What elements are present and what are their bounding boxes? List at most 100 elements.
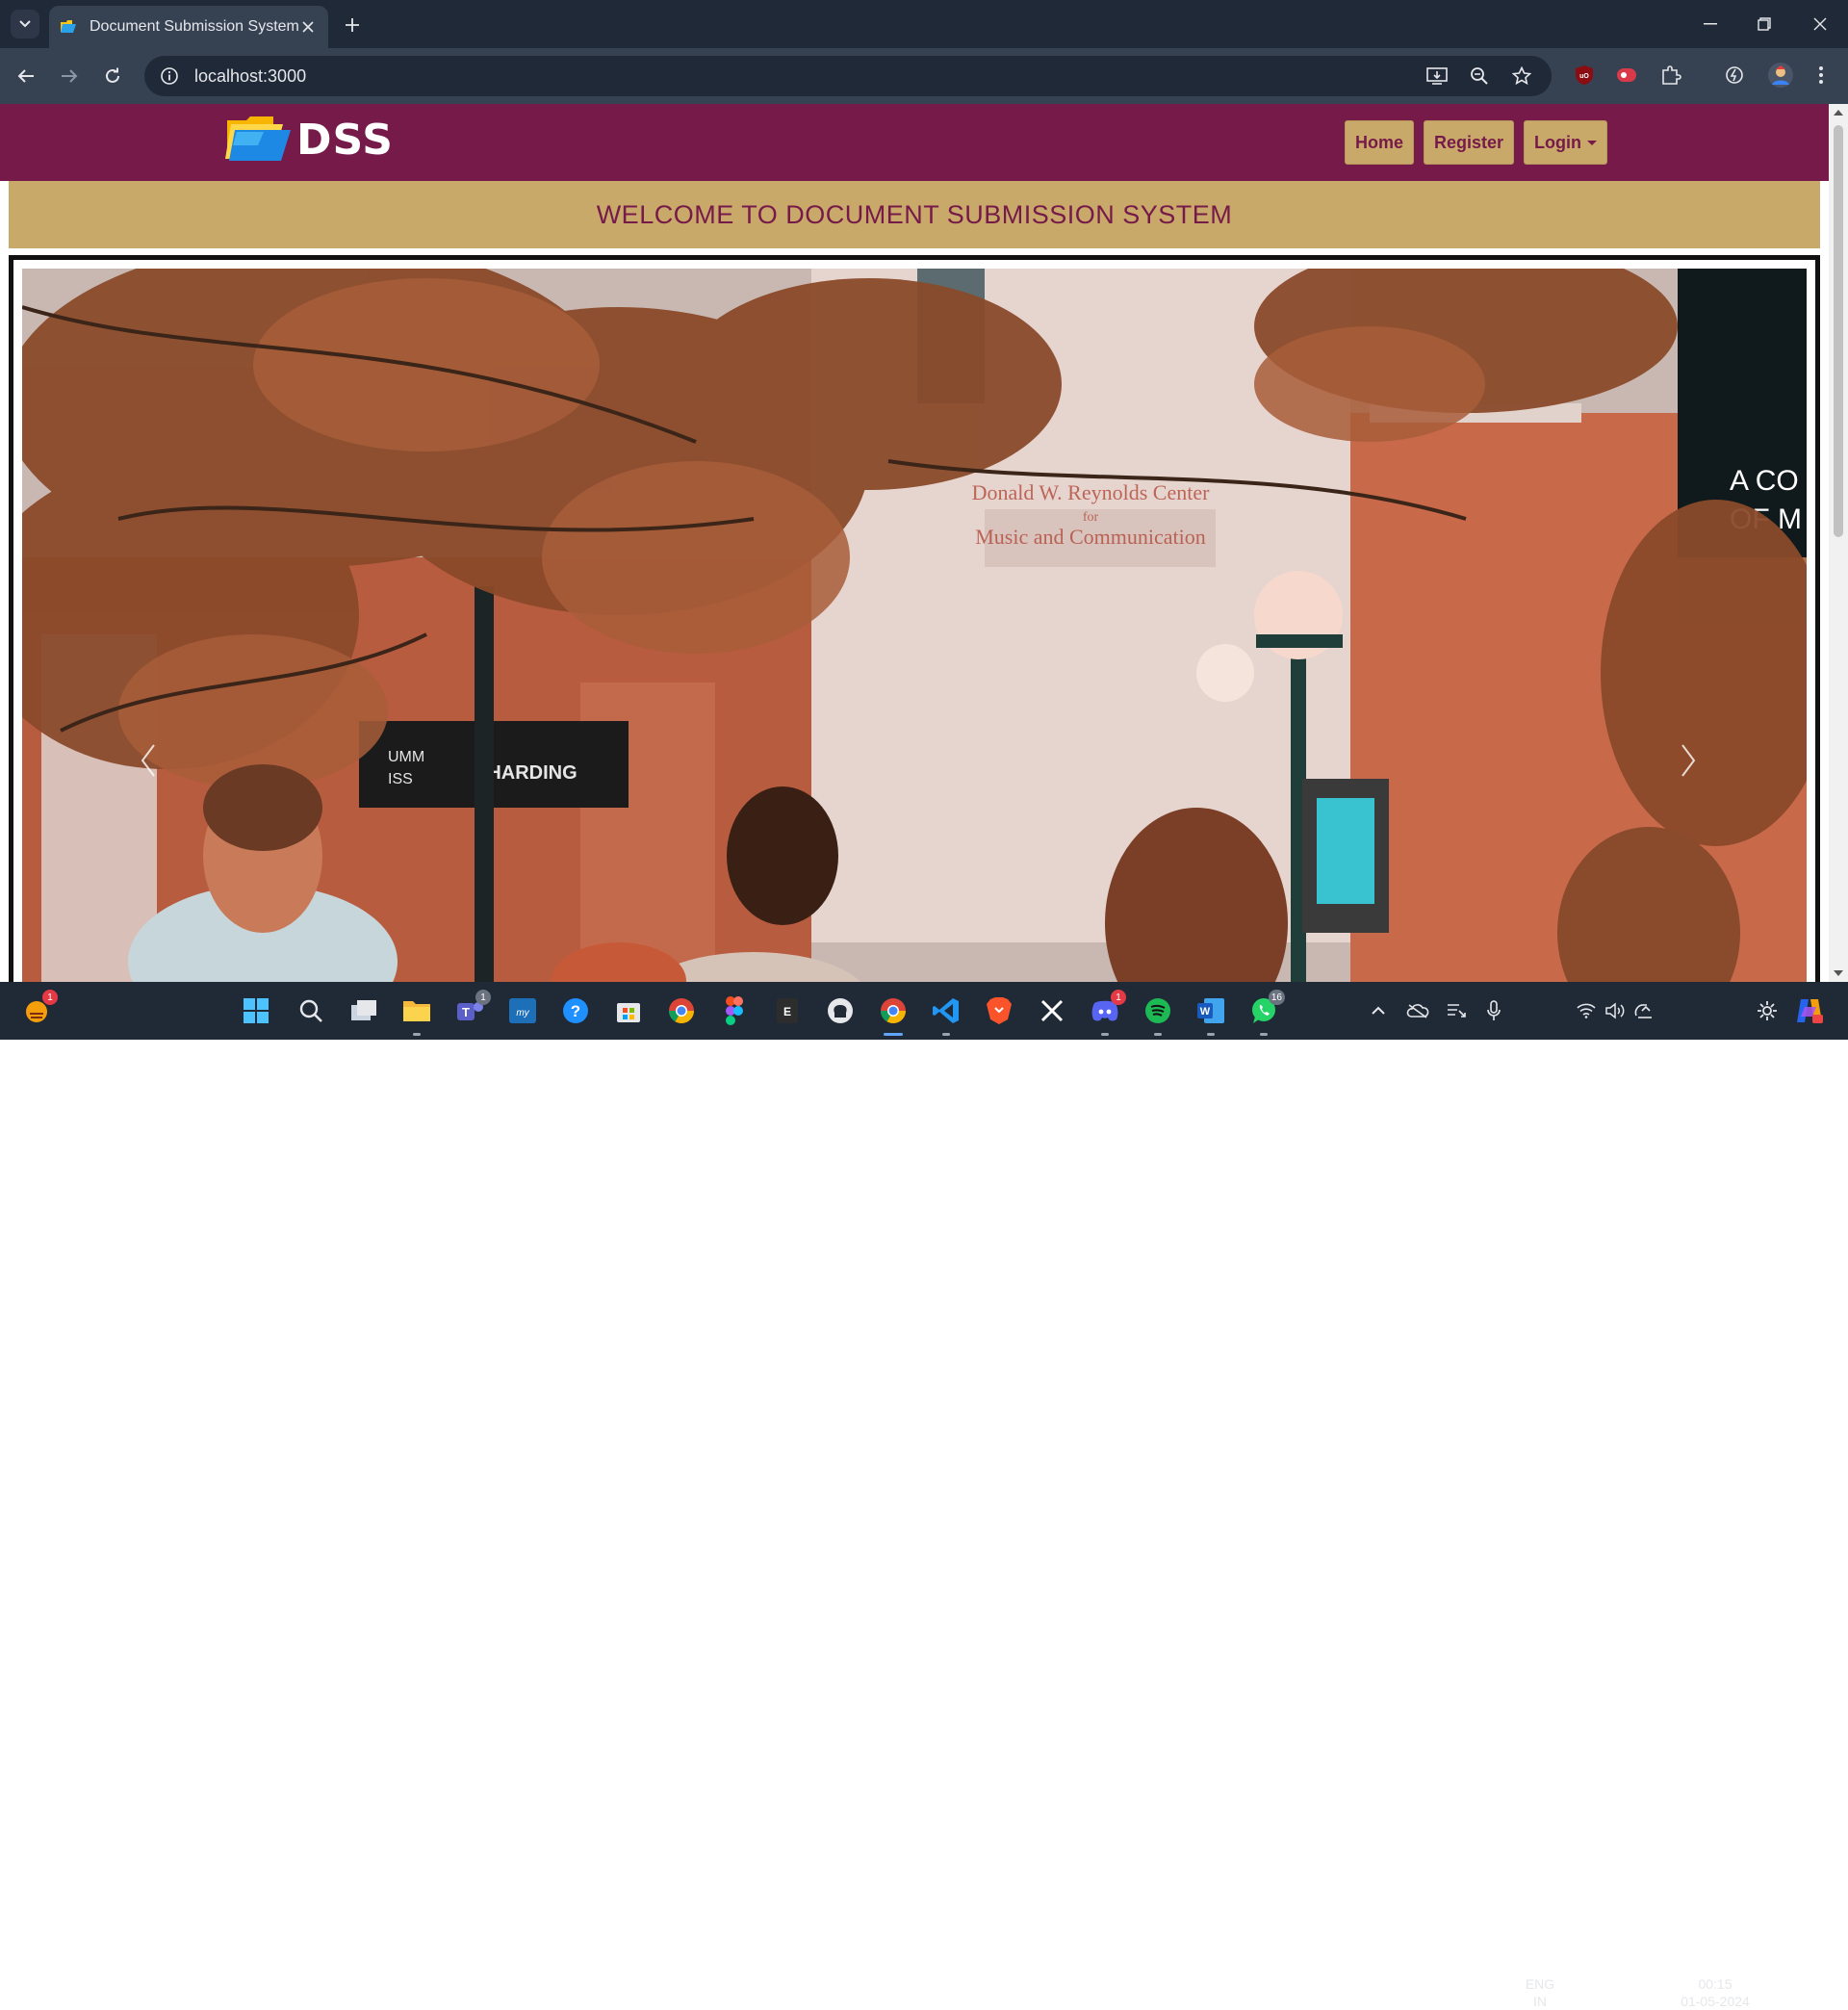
- running-indicator: [1207, 1033, 1215, 1036]
- windows-icon: [244, 998, 269, 1023]
- carousel-next-button[interactable]: [1669, 732, 1707, 789]
- reload-button[interactable]: [98, 62, 127, 90]
- arrow-right-icon: [62, 69, 78, 83]
- welcome-text: WELCOME TO DOCUMENT SUBMISSION SYSTEM: [596, 199, 1233, 229]
- x-button[interactable]: [1035, 993, 1069, 1028]
- running-indicator: [1154, 1033, 1162, 1036]
- language-indicator[interactable]: ENG IN: [1515, 1975, 1565, 2010]
- store-icon: [617, 1003, 640, 1022]
- tab-search-button[interactable]: [11, 10, 39, 39]
- copilot-icon[interactable]: [1792, 993, 1827, 1028]
- url-text[interactable]: localhost:3000: [194, 66, 1409, 87]
- clock-date: 01-05-2024: [1681, 1994, 1750, 2009]
- minimize-button[interactable]: [1686, 10, 1734, 39]
- svg-text:?: ?: [571, 1002, 580, 1020]
- scroll-down-icon[interactable]: [1834, 970, 1843, 976]
- chevron-left-icon: [141, 744, 155, 777]
- zoom-icon[interactable]: [1465, 62, 1494, 90]
- onedrive-icon[interactable]: [1400, 993, 1435, 1028]
- task-view-button[interactable]: [346, 993, 381, 1028]
- settings-notification-icon[interactable]: [1750, 993, 1784, 1028]
- ext-red-icon[interactable]: [1613, 62, 1640, 89]
- vscode-button[interactable]: [929, 993, 963, 1036]
- battery-icon[interactable]: [1627, 993, 1661, 1028]
- svg-text:uO: uO: [1579, 73, 1589, 80]
- github-button[interactable]: [823, 993, 858, 1028]
- spotify-icon: [1145, 998, 1170, 1023]
- reload-icon: [106, 67, 119, 83]
- spotify-button[interactable]: [1141, 993, 1175, 1036]
- arrow-left-icon: [17, 69, 34, 83]
- building-sign-1: Donald W. Reynolds Center: [972, 480, 1211, 504]
- clock-time: 00:15: [1698, 1976, 1732, 1992]
- epic-games-button[interactable]: E: [770, 993, 805, 1028]
- extensions-puzzle-icon[interactable]: [1657, 62, 1684, 89]
- myhp-button[interactable]: my: [505, 993, 540, 1028]
- login-label: Login: [1534, 132, 1581, 152]
- forward-button[interactable]: [55, 62, 84, 90]
- back-button[interactable]: [12, 62, 40, 90]
- profile-avatar[interactable]: [1765, 60, 1796, 90]
- scroll-thumb[interactable]: [1834, 125, 1843, 537]
- microphone-icon[interactable]: [1476, 993, 1511, 1028]
- help-button[interactable]: ?: [558, 993, 593, 1028]
- start-button[interactable]: [239, 993, 273, 1028]
- whatsapp-badge: 16: [1268, 990, 1285, 1005]
- browser-tab[interactable]: Document Submission System: [49, 6, 328, 48]
- widgets-icon[interactable]: 1: [19, 990, 58, 1028]
- discord-button[interactable]: 1: [1088, 990, 1126, 1036]
- figma-button[interactable]: [717, 993, 752, 1028]
- restore-button[interactable]: [1740, 10, 1788, 39]
- chevron-right-icon: [1681, 744, 1696, 777]
- ublock-extension-icon[interactable]: uO: [1571, 62, 1598, 89]
- notification-tray-icon[interactable]: [1439, 993, 1474, 1028]
- close-window-button[interactable]: [1796, 10, 1844, 39]
- store-button[interactable]: [611, 993, 646, 1028]
- welcome-banner: WELCOME TO DOCUMENT SUBMISSION SYSTEM: [9, 181, 1820, 248]
- dss-favicon-icon: [61, 20, 78, 34]
- home-button[interactable]: Home: [1344, 120, 1414, 165]
- install-app-icon[interactable]: [1423, 62, 1451, 90]
- whatsapp-button[interactable]: 16: [1246, 990, 1285, 1036]
- svg-text:E: E: [783, 1005, 791, 1018]
- browser-toolbar: localhost:3000 uO: [0, 48, 1848, 104]
- carousel-image: Donald W. Reynolds Center for Music and …: [22, 269, 1807, 982]
- epic-icon: E: [777, 998, 798, 1023]
- site-navbar: DSS Home Register Login: [0, 104, 1829, 181]
- word-button[interactable]: W: [1194, 993, 1228, 1036]
- search-icon: [299, 999, 322, 1022]
- brave-button[interactable]: [982, 993, 1016, 1028]
- tab-close-icon[interactable]: [299, 16, 317, 38]
- site-info-icon[interactable]: [160, 66, 179, 86]
- hp-icon: my: [509, 998, 536, 1023]
- chrome-button[interactable]: [664, 993, 699, 1028]
- building-sign-3: Music and Communication: [975, 525, 1206, 549]
- vscode-icon: [933, 998, 959, 1023]
- scroll-up-icon[interactable]: [1834, 110, 1843, 116]
- register-button[interactable]: Register: [1423, 120, 1515, 165]
- performance-icon[interactable]: [1721, 62, 1748, 89]
- show-hidden-icons-button[interactable]: [1361, 993, 1396, 1028]
- dss-logo[interactable]: DSS: [225, 115, 394, 165]
- page-scrollbar[interactable]: [1829, 104, 1848, 982]
- nav-links: Home Register Login: [1344, 120, 1607, 165]
- bookmark-star-icon[interactable]: [1507, 62, 1536, 90]
- close-icon: [1813, 17, 1827, 31]
- banner-text-1: A CO: [1730, 465, 1799, 497]
- logo-text: DSS: [296, 115, 394, 165]
- chrome-active-button[interactable]: [876, 993, 911, 1036]
- file-explorer-button[interactable]: [399, 993, 434, 1036]
- chevron-up-icon: [1372, 1006, 1385, 1015]
- teams-button[interactable]: T 1: [452, 990, 491, 1028]
- login-dropdown[interactable]: Login: [1524, 120, 1607, 165]
- svg-text:my: my: [516, 1008, 529, 1018]
- search-button[interactable]: [294, 993, 328, 1028]
- browser-menu-icon[interactable]: [1808, 62, 1835, 89]
- building-sign-2: for: [1083, 510, 1099, 525]
- address-bar[interactable]: localhost:3000: [144, 56, 1552, 96]
- clock[interactable]: 00:15 01-05-2024: [1665, 1975, 1765, 2010]
- new-tab-button[interactable]: [339, 12, 366, 39]
- chrome-profile-icon: [880, 998, 907, 1024]
- carousel-prev-button[interactable]: [129, 732, 167, 789]
- teams-badge: 1: [475, 990, 491, 1005]
